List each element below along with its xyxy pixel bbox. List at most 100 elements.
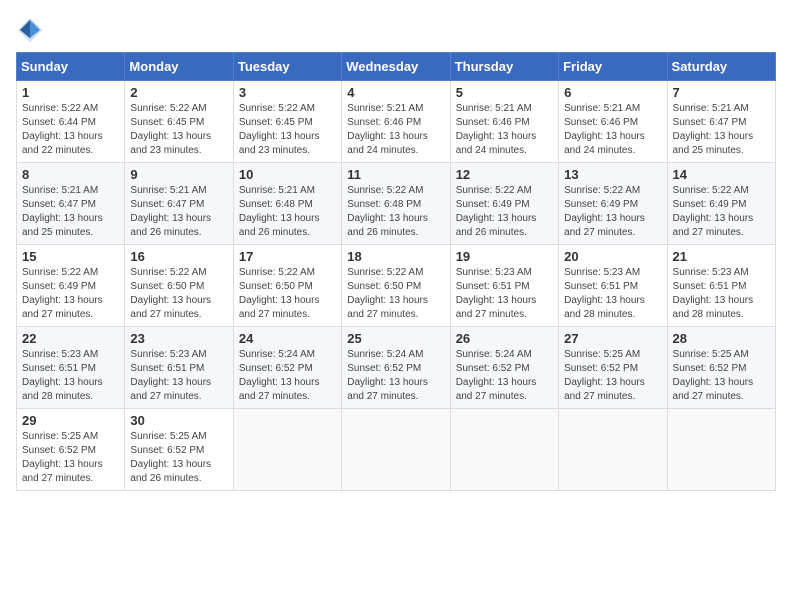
calendar-cell: 15 Sunrise: 5:22 AMSunset: 6:49 PMDayligh… [17,245,125,327]
calendar-cell: 12Sunrise: 5:22 AMSunset: 6:49 PMDayligh… [450,163,558,245]
calendar-cell [342,409,450,491]
calendar-cell: 5 Sunrise: 5:21 AMSunset: 6:46 PMDaylight… [450,81,558,163]
weekday-header: Tuesday [233,53,341,81]
weekday-header: Saturday [667,53,775,81]
day-info: Sunrise: 5:22 AMSunset: 6:49 PMDaylight:… [564,184,661,240]
day-number: 11 [347,167,444,182]
day-number: 29 [22,413,119,428]
day-info: Sunrise: 5:22 AMSunset: 6:49 PMDaylight:… [673,184,770,240]
day-info: Sunrise: 5:25 AMSunset: 6:52 PMDaylight:… [22,430,119,486]
day-number: 15 [22,249,119,264]
calendar-cell: 27Sunrise: 5:25 AMSunset: 6:52 PMDayligh… [559,327,667,409]
day-number: 24 [239,331,336,346]
day-number: 14 [673,167,770,182]
day-info: Sunrise: 5:22 AMSunset: 6:49 PMDaylight:… [22,266,119,322]
calendar-cell: 22Sunrise: 5:23 AMSunset: 6:51 PMDayligh… [17,327,125,409]
day-info: Sunrise: 5:24 AMSunset: 6:52 PMDaylight:… [456,348,553,404]
calendar-cell [559,409,667,491]
calendar-cell: 21 Sunrise: 5:23 AMSunset: 6:51 PMDayligh… [667,245,775,327]
calendar-week-row: 8 Sunrise: 5:21 AMSunset: 6:47 PMDaylight… [17,163,776,245]
day-number: 17 [239,249,336,264]
day-info: Sunrise: 5:21 AMSunset: 6:46 PMDaylight:… [347,102,444,158]
calendar-cell: 4Sunrise: 5:21 AMSunset: 6:46 PMDaylight… [342,81,450,163]
calendar-week-row: 15 Sunrise: 5:22 AMSunset: 6:49 PMDayligh… [17,245,776,327]
logo-icon [16,16,44,44]
day-info: Sunrise: 5:22 AMSunset: 6:50 PMDaylight:… [130,266,227,322]
day-number: 16 [130,249,227,264]
day-number: 3 [239,85,336,100]
weekday-header: Sunday [17,53,125,81]
calendar-cell: 20Sunrise: 5:23 AMSunset: 6:51 PMDayligh… [559,245,667,327]
calendar-cell: 23 Sunrise: 5:23 AMSunset: 6:51 PMDayligh… [125,327,233,409]
day-info: Sunrise: 5:22 AMSunset: 6:48 PMDaylight:… [347,184,444,240]
day-info: Sunrise: 5:21 AMSunset: 6:47 PMDaylight:… [22,184,119,240]
day-number: 30 [130,413,227,428]
day-number: 21 [673,249,770,264]
day-info: Sunrise: 5:22 AMSunset: 6:50 PMDaylight:… [347,266,444,322]
day-number: 5 [456,85,553,100]
calendar-cell: 30 Sunrise: 5:25 AMSunset: 6:52 PMDayligh… [125,409,233,491]
calendar-cell: 29 Sunrise: 5:25 AMSunset: 6:52 PMDayligh… [17,409,125,491]
weekday-header: Monday [125,53,233,81]
day-number: 19 [456,249,553,264]
day-number: 13 [564,167,661,182]
calendar-cell: 18 Sunrise: 5:22 AMSunset: 6:50 PMDayligh… [342,245,450,327]
calendar-cell [450,409,558,491]
calendar-cell: 13 Sunrise: 5:22 AMSunset: 6:49 PMDayligh… [559,163,667,245]
calendar-cell: 7Sunrise: 5:21 AMSunset: 6:47 PMDaylight… [667,81,775,163]
calendar-cell [233,409,341,491]
day-number: 28 [673,331,770,346]
weekday-header: Thursday [450,53,558,81]
day-number: 25 [347,331,444,346]
calendar-cell: 16 Sunrise: 5:22 AMSunset: 6:50 PMDayligh… [125,245,233,327]
day-info: Sunrise: 5:22 AMSunset: 6:45 PMDaylight:… [239,102,336,158]
calendar-cell [667,409,775,491]
calendar-cell: 19Sunrise: 5:23 AMSunset: 6:51 PMDayligh… [450,245,558,327]
calendar-cell: 28 Sunrise: 5:25 AMSunset: 6:52 PMDayligh… [667,327,775,409]
calendar-cell: 10 Sunrise: 5:21 AMSunset: 6:48 PMDayligh… [233,163,341,245]
day-info: Sunrise: 5:25 AMSunset: 6:52 PMDaylight:… [673,348,770,404]
calendar-cell: 11 Sunrise: 5:22 AMSunset: 6:48 PMDayligh… [342,163,450,245]
day-number: 26 [456,331,553,346]
day-number: 10 [239,167,336,182]
weekday-header: Friday [559,53,667,81]
header [16,16,776,44]
weekday-header-row: SundayMondayTuesdayWednesdayThursdayFrid… [17,53,776,81]
day-info: Sunrise: 5:21 AMSunset: 6:47 PMDaylight:… [673,102,770,158]
logo [16,16,48,44]
day-info: Sunrise: 5:22 AMSunset: 6:45 PMDaylight:… [130,102,227,158]
day-info: Sunrise: 5:22 AMSunset: 6:44 PMDaylight:… [22,102,119,158]
day-number: 2 [130,85,227,100]
calendar: SundayMondayTuesdayWednesdayThursdayFrid… [16,52,776,491]
calendar-cell: 24 Sunrise: 5:24 AMSunset: 6:52 PMDayligh… [233,327,341,409]
day-info: Sunrise: 5:25 AMSunset: 6:52 PMDaylight:… [130,430,227,486]
day-info: Sunrise: 5:22 AMSunset: 6:50 PMDaylight:… [239,266,336,322]
day-number: 18 [347,249,444,264]
calendar-cell: 17 Sunrise: 5:22 AMSunset: 6:50 PMDayligh… [233,245,341,327]
calendar-week-row: 1Sunrise: 5:22 AMSunset: 6:44 PMDaylight… [17,81,776,163]
day-info: Sunrise: 5:21 AMSunset: 6:46 PMDaylight:… [564,102,661,158]
day-info: Sunrise: 5:24 AMSunset: 6:52 PMDaylight:… [239,348,336,404]
calendar-week-row: 22 Sunrise: 5:23 AMSunset: 6:51 PMDayligh… [17,327,776,409]
calendar-week-row: 29 Sunrise: 5:25 AMSunset: 6:52 PMDayligh… [17,409,776,491]
day-number: 9 [130,167,227,182]
weekday-header: Wednesday [342,53,450,81]
day-number: 8 [22,167,119,182]
calendar-cell: 9 Sunrise: 5:21 AMSunset: 6:47 PMDaylight… [125,163,233,245]
day-info: Sunrise: 5:21 AMSunset: 6:48 PMDaylight:… [239,184,336,240]
day-number: 6 [564,85,661,100]
calendar-cell: 6 Sunrise: 5:21 AMSunset: 6:46 PMDaylight… [559,81,667,163]
day-number: 22 [22,331,119,346]
day-info: Sunrise: 5:23 AMSunset: 6:51 PMDaylight:… [564,266,661,322]
day-info: Sunrise: 5:24 AMSunset: 6:52 PMDaylight:… [347,348,444,404]
day-info: Sunrise: 5:23 AMSunset: 6:51 PMDaylight:… [130,348,227,404]
calendar-cell: 14 Sunrise: 5:22 AMSunset: 6:49 PMDayligh… [667,163,775,245]
day-info: Sunrise: 5:21 AMSunset: 6:46 PMDaylight:… [456,102,553,158]
calendar-cell: 2 Sunrise: 5:22 AMSunset: 6:45 PMDaylight… [125,81,233,163]
day-number: 12 [456,167,553,182]
calendar-cell: 3 Sunrise: 5:22 AMSunset: 6:45 PMDaylight… [233,81,341,163]
day-info: Sunrise: 5:21 AMSunset: 6:47 PMDaylight:… [130,184,227,240]
calendar-cell: 25 Sunrise: 5:24 AMSunset: 6:52 PMDayligh… [342,327,450,409]
day-info: Sunrise: 5:23 AMSunset: 6:51 PMDaylight:… [673,266,770,322]
day-number: 23 [130,331,227,346]
